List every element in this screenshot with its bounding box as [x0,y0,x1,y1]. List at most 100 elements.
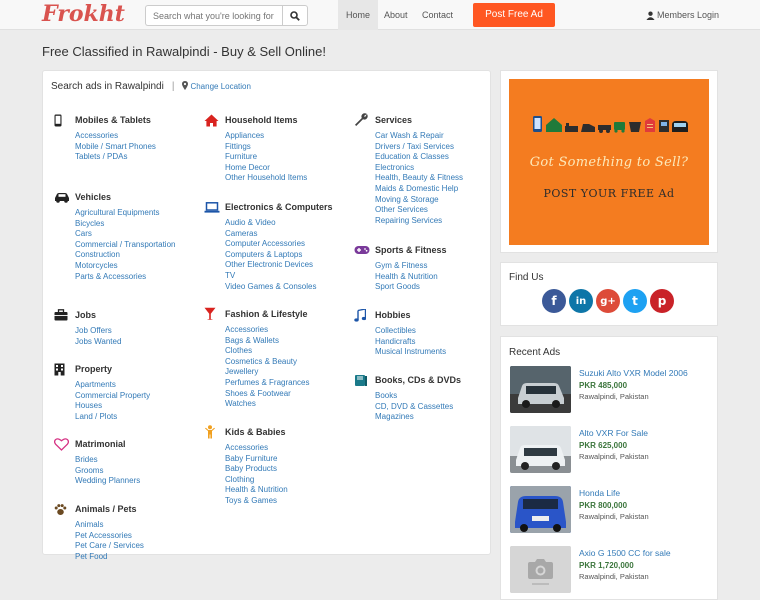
category-link[interactable]: Car Wash & Repair [375,131,504,142]
nav-about-link[interactable]: About [376,0,416,30]
category-link[interactable]: Pet Food [75,552,204,563]
category-link[interactable]: Jobs Wanted [75,337,204,348]
category-link[interactable]: Job Offers [75,326,204,337]
category-link[interactable]: Health & Nutrition [225,485,354,496]
category-link[interactable]: Construction [75,250,204,261]
category-link[interactable]: Clothing [225,475,354,486]
category-link[interactable]: Repairing Services [375,216,504,227]
category-link[interactable]: Computers & Laptops [225,250,354,261]
category-link[interactable]: Wedding Planners [75,476,204,487]
category-link[interactable]: Education & Classes [375,152,504,163]
category-link[interactable]: Magazines [375,412,504,423]
category-link[interactable]: Other Electronic Devices [225,260,354,271]
category-title[interactable]: Property [75,364,112,374]
category-link[interactable]: Handicrafts [375,337,504,348]
category-link[interactable]: Bags & Wallets [225,336,354,347]
search-button[interactable] [282,5,308,26]
category-link[interactable]: Agricultural Equipments [75,208,204,219]
category-link[interactable]: Computer Accessories [225,239,354,250]
category-link[interactable]: Grooms [75,466,204,477]
category-link[interactable]: Toys & Games [225,496,354,507]
category-title[interactable]: Services [375,115,412,125]
category-link[interactable]: Jewellery [225,367,354,378]
category-link[interactable]: Fittings [225,142,354,153]
category-link[interactable]: Shoes & Footwear [225,389,354,400]
category-link[interactable]: Commercial Property [75,391,204,402]
google-plus-icon[interactable]: g+ [596,289,620,313]
category-link[interactable]: Apartments [75,380,204,391]
linkedin-icon[interactable]: in [569,289,593,313]
category-title[interactable]: Sports & Fitness [375,245,447,255]
category-link[interactable]: Accessories [75,131,204,142]
category-link[interactable]: Health, Beauty & Fitness [375,173,504,184]
category-title[interactable]: Kids & Babies [225,427,286,437]
category-link[interactable]: Pet Accessories [75,531,204,542]
members-login-link[interactable]: Members Login [646,0,719,30]
category-link[interactable]: Motorcycles [75,261,204,272]
category-link[interactable]: Watches [225,399,354,410]
ad-thumbnail[interactable] [510,426,571,473]
category-link[interactable]: Perfumes & Fragrances [225,378,354,389]
twitter-icon[interactable]: t [623,289,647,313]
category-link[interactable]: Other Household Items [225,173,354,184]
recent-ad-item[interactable]: Suzuki Alto VXR Model 2006 PKR 485,000 R… [510,366,715,416]
ad-title-link[interactable]: Axio G 1500 CC for sale [579,548,671,558]
category-link[interactable]: Clothes [225,346,354,357]
category-link[interactable]: Commercial / Transportation [75,240,204,251]
category-link[interactable]: Drivers / Taxi Services [375,142,504,153]
category-link[interactable]: Books [375,391,504,402]
category-link[interactable]: Accessories [225,325,354,336]
category-link[interactable]: Accessories [225,443,354,454]
ad-title-link[interactable]: Suzuki Alto VXR Model 2006 [579,368,688,378]
category-title[interactable]: Jobs [75,310,96,320]
category-title[interactable]: Animals / Pets [75,504,137,514]
category-link[interactable]: Mobile / Smart Phones [75,142,204,153]
ad-thumbnail[interactable] [510,366,571,413]
nav-contact-link[interactable]: Contact [414,0,461,30]
category-title[interactable]: Hobbies [375,310,411,320]
category-title[interactable]: Fashion & Lifestyle [225,309,308,319]
category-link[interactable]: CD, DVD & Cassettes [375,402,504,413]
category-link[interactable]: Parts & Accessories [75,272,204,283]
recent-ad-item[interactable]: Honda Life PKR 800,000 Rawalpindi, Pakis… [510,486,715,536]
pinterest-icon[interactable]: p [650,289,674,313]
category-link[interactable]: Bicycles [75,219,204,230]
nav-home-link[interactable]: Home [338,0,379,30]
category-link[interactable]: Home Decor [225,163,354,174]
category-title[interactable]: Matrimonial [75,439,126,449]
post-free-ad-button[interactable]: Post Free Ad [473,3,555,27]
category-title[interactable]: Household Items [225,115,298,125]
category-title[interactable]: Vehicles [75,192,111,202]
category-link[interactable]: Health & Nutrition [375,272,504,283]
ad-thumbnail[interactable] [510,546,571,593]
ad-title-link[interactable]: Honda Life [579,488,620,498]
category-link[interactable]: Video Games & Consoles [225,282,354,293]
category-link[interactable]: Animals [75,520,204,531]
category-link[interactable]: Other Services [375,205,504,216]
search-input[interactable] [145,5,282,26]
category-link[interactable]: Baby Furniture [225,454,354,465]
category-link[interactable]: Land / Plots [75,412,204,423]
category-link[interactable]: Sport Goods [375,282,504,293]
category-link[interactable]: Baby Products [225,464,354,475]
category-link[interactable]: Cars [75,229,204,240]
category-link[interactable]: Maids & Domestic Help [375,184,504,195]
category-title[interactable]: Books, CDs & DVDs [375,375,461,385]
category-link[interactable]: Tablets / PDAs [75,152,204,163]
facebook-icon[interactable]: f [542,289,566,313]
category-link[interactable]: Houses [75,401,204,412]
category-link[interactable]: TV [225,271,354,282]
ad-title-link[interactable]: Alto VXR For Sale [579,428,648,438]
recent-ad-item[interactable]: Alto VXR For Sale PKR 625,000 Rawalpindi… [510,426,715,476]
ad-thumbnail[interactable] [510,486,571,533]
category-link[interactable]: Cosmetics & Beauty [225,357,354,368]
category-title[interactable]: Mobiles & Tablets [75,115,151,125]
category-link[interactable]: Furniture [225,152,354,163]
recent-ad-item[interactable]: Axio G 1500 CC for sale PKR 1,720,000 Ra… [510,546,715,596]
post-ad-banner[interactable]: Got Something to Sell? POST YOUR FREE Ad [509,79,709,245]
change-location-link[interactable]: Change Location [182,81,251,91]
category-link[interactable]: Pet Care / Services [75,541,204,552]
category-title[interactable]: Electronics & Computers [225,202,333,212]
category-link[interactable]: Brides [75,455,204,466]
category-link[interactable]: Cameras [225,229,354,240]
